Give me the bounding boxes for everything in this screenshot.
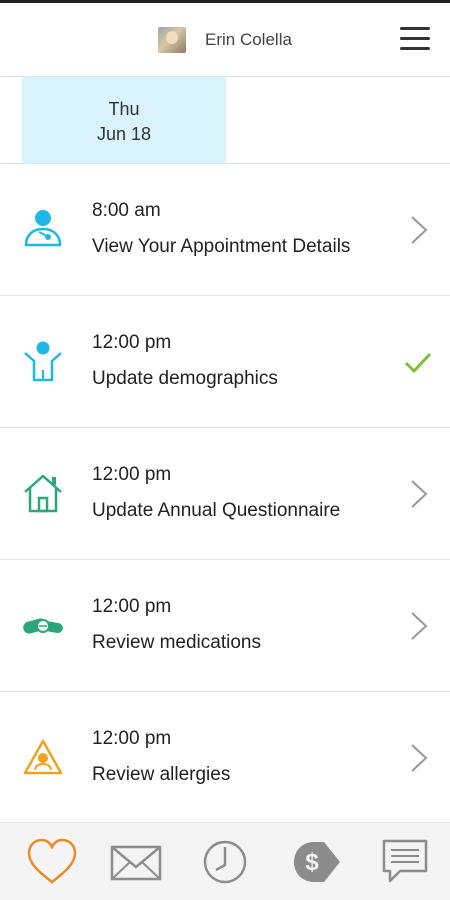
chevron-right-icon (411, 612, 428, 640)
app-header: Erin Colella (0, 3, 450, 77)
person-icon (24, 341, 62, 382)
heart-icon[interactable] (25, 837, 79, 887)
task-title: View Your Appointment Details (92, 236, 351, 257)
chat-icon[interactable] (378, 837, 432, 887)
house-icon (24, 474, 62, 513)
task-list: 8:00 am View Your Appointment Details 12… (0, 164, 450, 824)
task-annual-questionnaire[interactable]: 12:00 pm Update Annual Questionnaire (0, 428, 450, 560)
task-review-allergies[interactable]: 12:00 pm Review allergies (0, 692, 450, 824)
task-appointment-details[interactable]: 8:00 am View Your Appointment Details (0, 164, 450, 296)
user-name: Erin Colella (205, 30, 292, 49)
menu-button[interactable] (400, 27, 430, 51)
date-day: Jun 18 (96, 124, 152, 144)
clock-icon[interactable] (198, 837, 252, 887)
task-title: Update Annual Questionnaire (92, 500, 341, 521)
date-tab-selected[interactable]: Thu Jun 18 (22, 77, 226, 163)
user-profile[interactable]: Erin Colella (158, 27, 292, 53)
menu-icon (400, 27, 430, 30)
date-strip: Thu Jun 18 (0, 77, 450, 164)
task-title: Update demographics (92, 368, 278, 389)
task-update-demographics[interactable]: 12:00 pm Update demographics (0, 296, 450, 428)
date-weekday: Thu (108, 99, 140, 119)
task-time: 12:00 pm (92, 332, 172, 353)
check-icon (404, 352, 432, 374)
chevron-right-icon (411, 480, 428, 508)
task-title: Review allergies (92, 764, 231, 785)
avatar (158, 27, 186, 53)
task-time: 12:00 pm (92, 728, 172, 749)
task-title: Review medications (92, 632, 261, 653)
doctor-icon (24, 210, 62, 247)
task-time: 8:00 am (92, 200, 161, 221)
task-review-medications[interactable]: 12:00 pm Review medications (0, 560, 450, 692)
mail-icon[interactable] (109, 837, 163, 887)
chevron-right-icon (411, 216, 428, 244)
bottom-nav: $ (0, 822, 450, 900)
billing-icon[interactable]: $ (288, 837, 342, 887)
chevron-right-icon (411, 744, 428, 772)
pill-icon (23, 618, 63, 634)
task-time: 12:00 pm (92, 464, 172, 485)
svg-text:$: $ (305, 849, 319, 876)
task-time: 12:00 pm (92, 596, 172, 617)
allergy-icon (23, 739, 63, 775)
